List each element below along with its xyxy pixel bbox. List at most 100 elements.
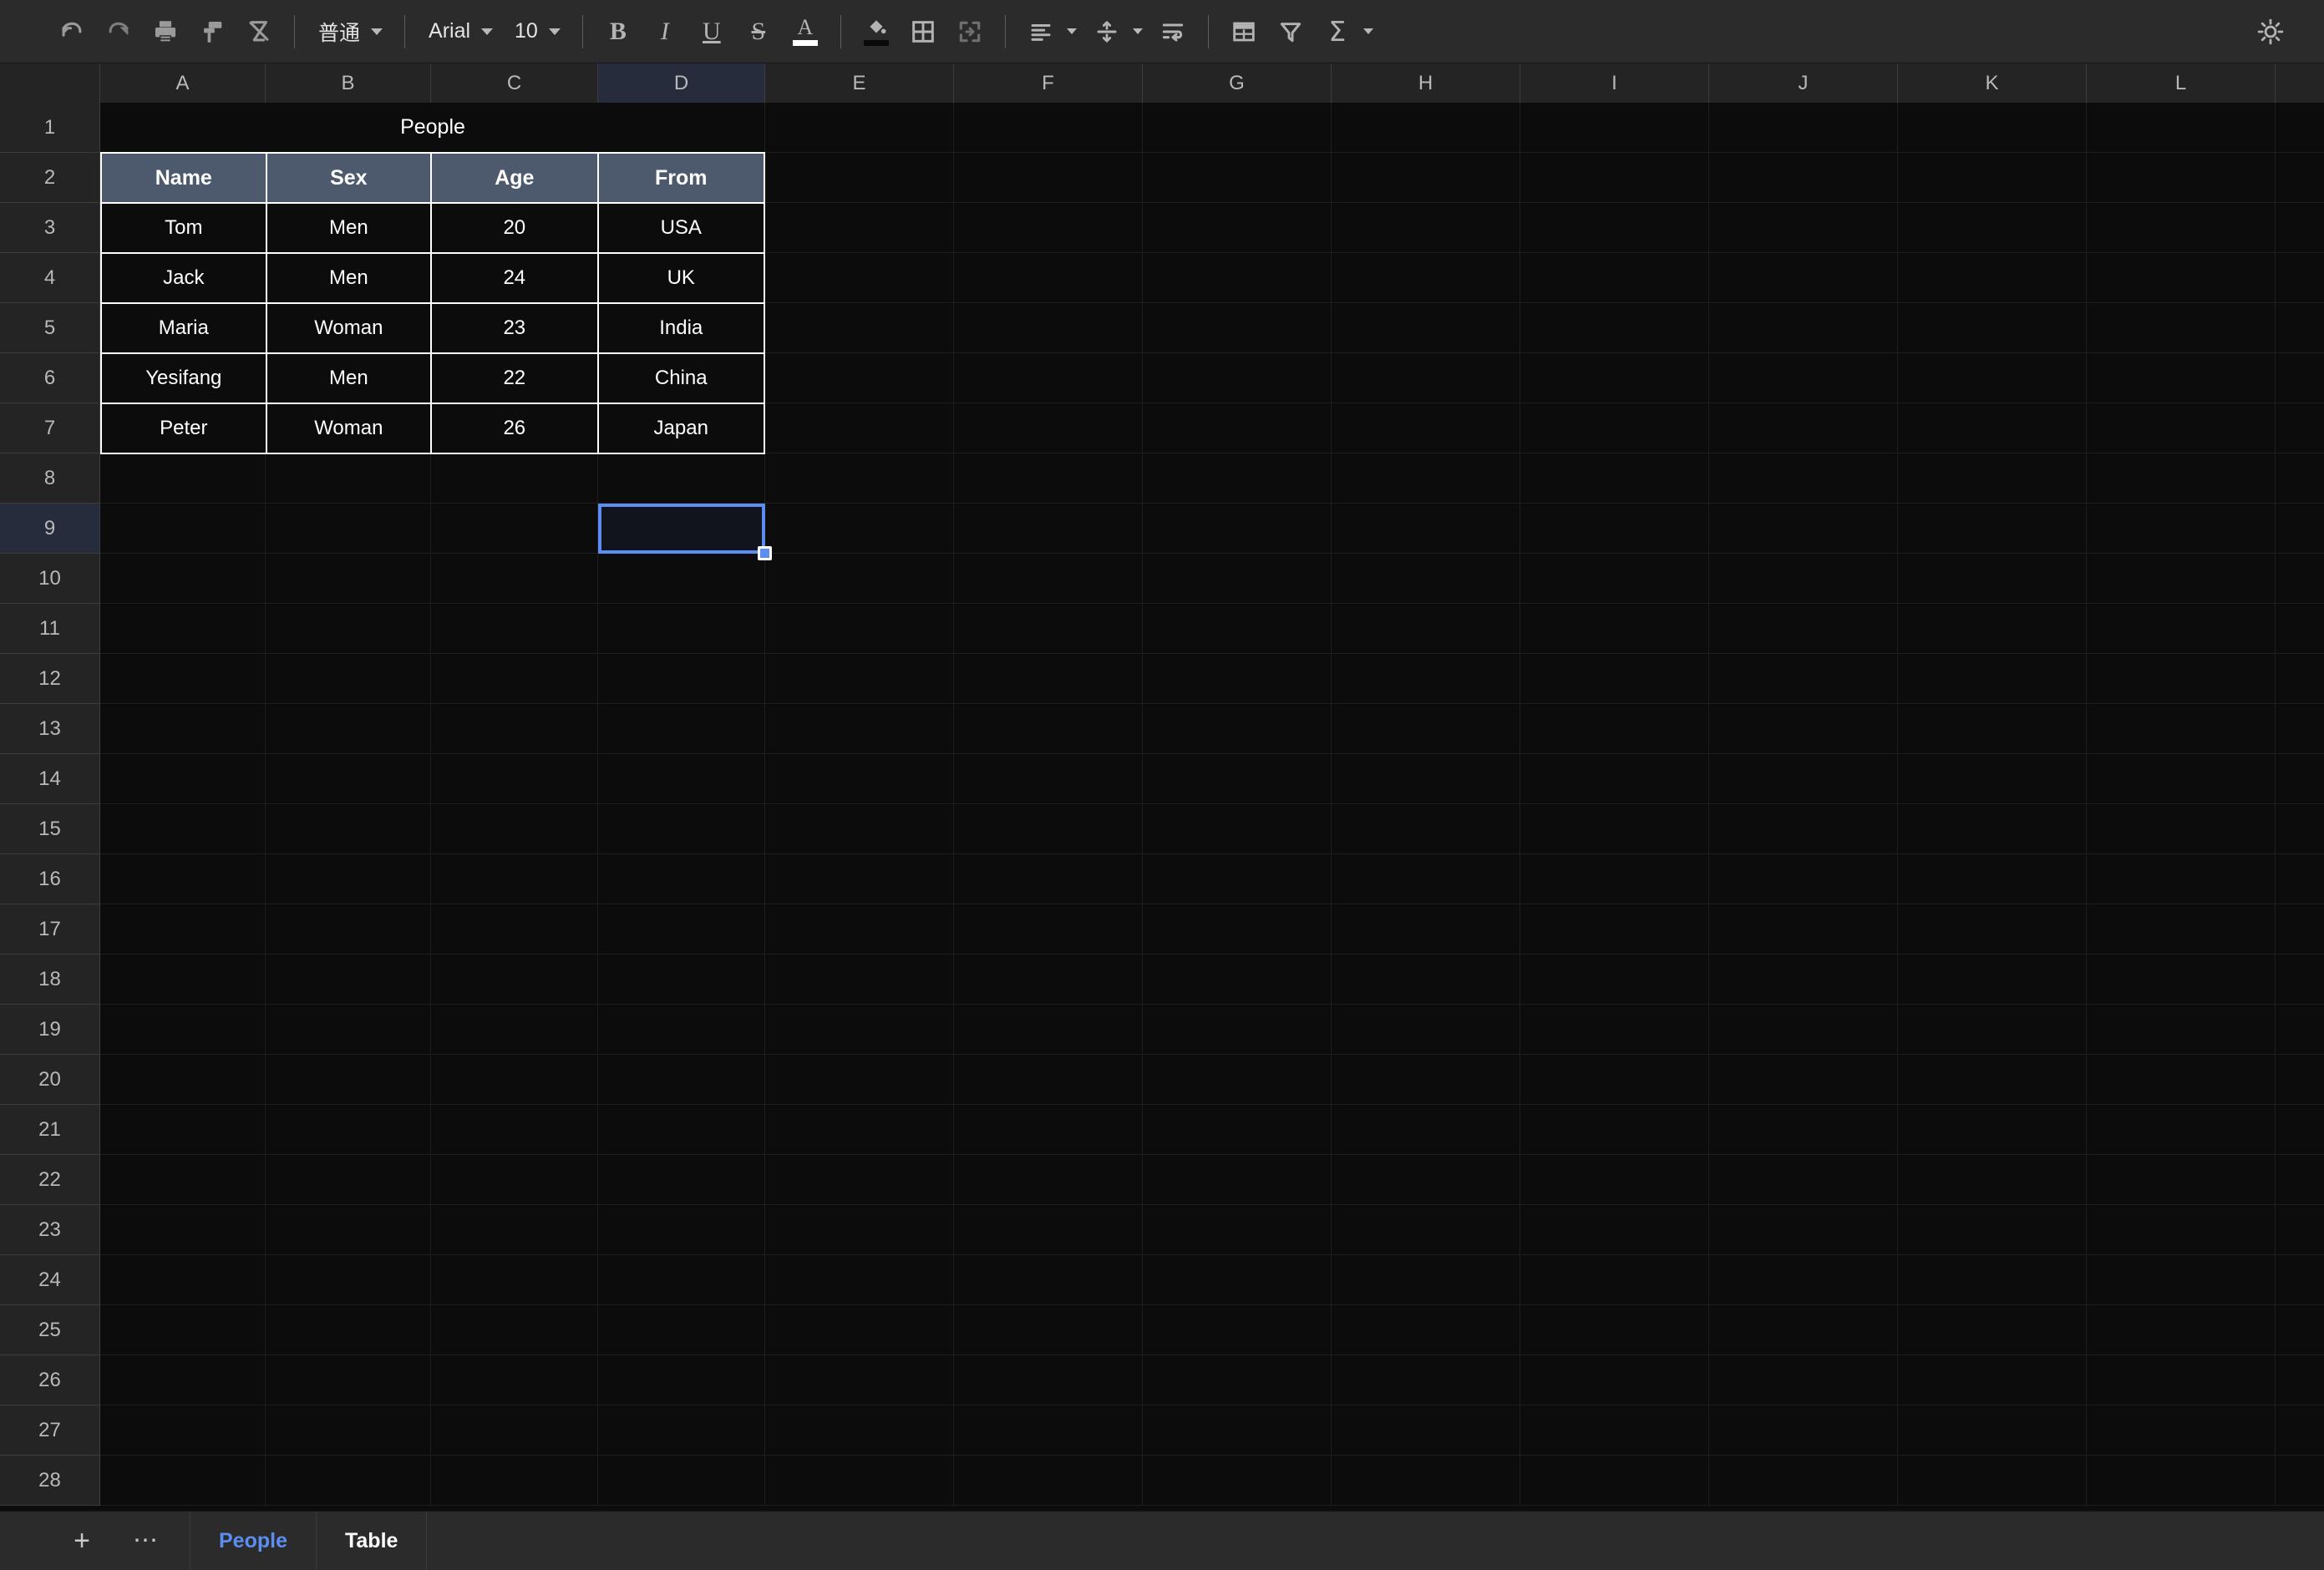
cell-J8[interactable] — [1709, 453, 1898, 504]
cell-M15[interactable] — [2276, 804, 2324, 854]
cell-G19[interactable] — [1143, 1005, 1332, 1055]
cell-I2[interactable] — [1520, 153, 1709, 203]
cell-M13[interactable] — [2276, 704, 2324, 754]
cell-B16[interactable] — [266, 854, 431, 904]
cell-H15[interactable] — [1332, 804, 1520, 854]
cell-I3[interactable] — [1520, 203, 1709, 253]
row-header-15[interactable]: 15 — [0, 804, 100, 854]
column-header-f[interactable]: F — [954, 63, 1143, 103]
theme-toggle-button[interactable] — [2247, 8, 2294, 55]
cell-G15[interactable] — [1143, 804, 1332, 854]
cell-B9[interactable] — [266, 504, 431, 554]
table-cell[interactable]: Woman — [266, 403, 432, 453]
cell-M12[interactable] — [2276, 654, 2324, 704]
cell-F4[interactable] — [954, 253, 1143, 303]
cell-F18[interactable] — [954, 955, 1143, 1005]
cell-I18[interactable] — [1520, 955, 1709, 1005]
cell-G9[interactable] — [1143, 504, 1332, 554]
clear-formatting-button[interactable] — [236, 8, 282, 55]
add-sheet-button[interactable]: + — [62, 1521, 102, 1561]
cell-G7[interactable] — [1143, 403, 1332, 453]
cell-C23[interactable] — [431, 1205, 598, 1255]
cell-J23[interactable] — [1709, 1205, 1898, 1255]
cell-E21[interactable] — [765, 1105, 954, 1155]
cell-C15[interactable] — [431, 804, 598, 854]
cell-B17[interactable] — [266, 904, 431, 955]
row-header-12[interactable]: 12 — [0, 654, 100, 704]
cell-L18[interactable] — [2087, 955, 2276, 1005]
all-sheets-button[interactable]: ⋯ — [125, 1521, 165, 1561]
cell-G23[interactable] — [1143, 1205, 1332, 1255]
cell-B12[interactable] — [266, 654, 431, 704]
cell-D21[interactable] — [598, 1105, 765, 1155]
cell-E6[interactable] — [765, 353, 954, 403]
cell-J11[interactable] — [1709, 604, 1898, 654]
cell-M16[interactable] — [2276, 854, 2324, 904]
cell-C16[interactable] — [431, 854, 598, 904]
cell-D22[interactable] — [598, 1155, 765, 1205]
cell-I28[interactable] — [1520, 1456, 1709, 1506]
cell-I9[interactable] — [1520, 504, 1709, 554]
cell-A8[interactable] — [100, 453, 266, 504]
cell-M4[interactable] — [2276, 253, 2324, 303]
column-header-c[interactable]: C — [431, 63, 598, 103]
cell-I26[interactable] — [1520, 1355, 1709, 1405]
cell-I24[interactable] — [1520, 1255, 1709, 1305]
cell-L15[interactable] — [2087, 804, 2276, 854]
cell-H27[interactable] — [1332, 1405, 1520, 1456]
cell-D10[interactable] — [598, 554, 765, 604]
cell-L3[interactable] — [2087, 203, 2276, 253]
cell-A19[interactable] — [100, 1005, 266, 1055]
row-header-24[interactable]: 24 — [0, 1255, 100, 1305]
table-cell[interactable]: Men — [266, 203, 432, 253]
row-header-25[interactable]: 25 — [0, 1305, 100, 1355]
cell-C17[interactable] — [431, 904, 598, 955]
cell-L24[interactable] — [2087, 1255, 2276, 1305]
cell-C11[interactable] — [431, 604, 598, 654]
cell-B21[interactable] — [266, 1105, 431, 1155]
column-header-d[interactable]: D — [598, 63, 765, 103]
cell-D14[interactable] — [598, 754, 765, 804]
table-cell[interactable]: Tom — [101, 203, 266, 253]
cell-L13[interactable] — [2087, 704, 2276, 754]
cell-L8[interactable] — [2087, 453, 2276, 504]
cell-area[interactable]: PeopleNameSexAgeFromTomMen20USAJackMen24… — [100, 103, 2324, 1506]
cell-E23[interactable] — [765, 1205, 954, 1255]
cell-D26[interactable] — [598, 1355, 765, 1405]
cell-G20[interactable] — [1143, 1055, 1332, 1105]
cell-B13[interactable] — [266, 704, 431, 754]
cell-J25[interactable] — [1709, 1305, 1898, 1355]
cell-G4[interactable] — [1143, 253, 1332, 303]
row-header-2[interactable]: 2 — [0, 153, 100, 203]
cell-A27[interactable] — [100, 1405, 266, 1456]
cell-J5[interactable] — [1709, 303, 1898, 353]
column-header-h[interactable]: H — [1332, 63, 1520, 103]
cell-L17[interactable] — [2087, 904, 2276, 955]
cell-H4[interactable] — [1332, 253, 1520, 303]
cell-B27[interactable] — [266, 1405, 431, 1456]
font-size-dropdown[interactable]: 10 — [503, 8, 571, 55]
cell-D28[interactable] — [598, 1456, 765, 1506]
table-cell[interactable]: Men — [266, 353, 432, 403]
cell-G25[interactable] — [1143, 1305, 1332, 1355]
cell-E8[interactable] — [765, 453, 954, 504]
cell-F28[interactable] — [954, 1456, 1143, 1506]
column-header-k[interactable]: K — [1898, 63, 2087, 103]
freeze-button[interactable] — [1220, 8, 1267, 55]
sheet-tab-people[interactable]: People — [190, 1512, 317, 1570]
cell-M26[interactable] — [2276, 1355, 2324, 1405]
cell-M8[interactable] — [2276, 453, 2324, 504]
cell-B24[interactable] — [266, 1255, 431, 1305]
cell-F26[interactable] — [954, 1355, 1143, 1405]
table-cell[interactable]: India — [598, 303, 765, 353]
table-cell[interactable]: UK — [598, 253, 765, 303]
cell-J13[interactable] — [1709, 704, 1898, 754]
cell-K21[interactable] — [1898, 1105, 2087, 1155]
cell-J21[interactable] — [1709, 1105, 1898, 1155]
cell-I16[interactable] — [1520, 854, 1709, 904]
cell-I14[interactable] — [1520, 754, 1709, 804]
cell-F7[interactable] — [954, 403, 1143, 453]
cell-E5[interactable] — [765, 303, 954, 353]
cell-C24[interactable] — [431, 1255, 598, 1305]
column-header-i[interactable]: I — [1520, 63, 1709, 103]
